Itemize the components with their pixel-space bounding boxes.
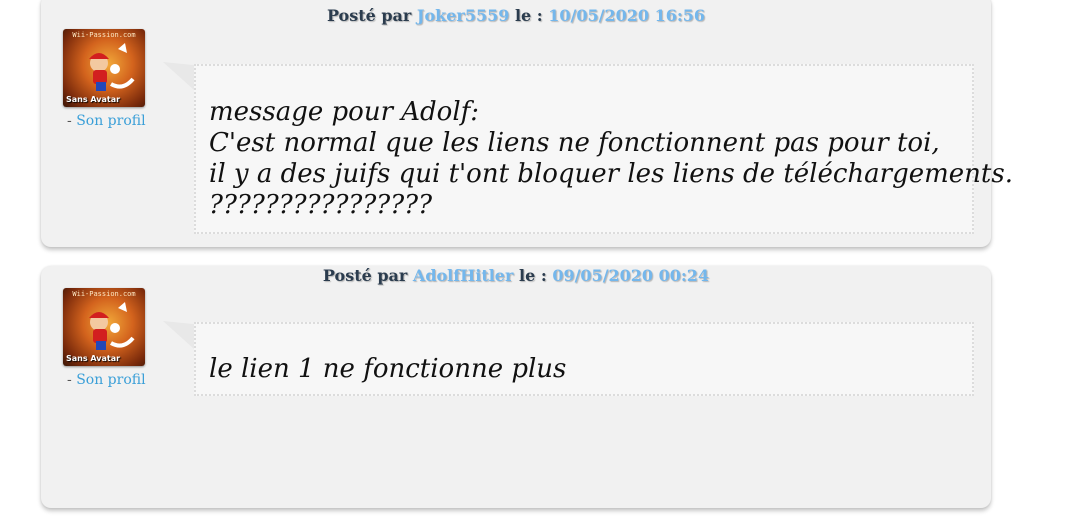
post-header: Posté par Joker5559 le : 10/05/2020 16:5…	[41, 6, 991, 25]
post-date[interactable]: 10/05/2020 16:56	[548, 6, 705, 25]
message-line: le lien 1 ne fonctionne plus	[209, 354, 567, 384]
forum-post: Posté par Joker5559 le : 10/05/2020 16:5…	[41, 0, 1013, 247]
date-label: le :	[519, 266, 547, 285]
post-date[interactable]: 09/05/2020 00:24	[552, 266, 709, 285]
profile-link[interactable]: Son profil	[76, 372, 145, 388]
message-line: C'est normal que les liens ne fonctionne…	[209, 128, 940, 158]
profile-prefix: -	[67, 113, 72, 129]
profile-link-row: - Son profil	[67, 113, 146, 129]
post-author-link[interactable]: AdolfHitler	[413, 266, 514, 285]
avatar-tag: Sans Avatar	[66, 354, 121, 363]
post-author-link[interactable]: Joker5559	[417, 6, 509, 25]
profile-prefix: -	[67, 372, 72, 388]
message-body: message pour Adolf: C'est normal que les…	[209, 97, 1013, 221]
forum-post: Posté par AdolfHitler le : 09/05/2020 00…	[41, 266, 991, 508]
message-line: message pour Adolf:	[209, 97, 480, 127]
profile-link-row: - Son profil	[67, 372, 146, 388]
avatar[interactable]: Wii-Passion.com Sans Avatar	[63, 288, 145, 366]
date-label: le :	[514, 6, 543, 25]
message-box: le lien 1 ne fonctionne plus	[194, 322, 974, 396]
posted-by-label: Posté par	[326, 6, 412, 25]
message-box: message pour Adolf: C'est normal que les…	[194, 64, 1013, 234]
posted-by-label: Posté par	[322, 266, 408, 285]
avatar[interactable]: Wii-Passion.com Sans Avatar	[63, 29, 145, 107]
profile-link[interactable]: Son profil	[76, 113, 145, 129]
avatar-tag: Sans Avatar	[66, 95, 121, 104]
post-header: Posté par AdolfHitler le : 09/05/2020 00…	[41, 266, 991, 285]
message-line: ????????????????	[209, 190, 433, 220]
message-body: le lien 1 ne fonctionne plus	[209, 354, 566, 385]
message-line: il y a des juifs qui t'ont bloquer les l…	[209, 159, 1013, 189]
